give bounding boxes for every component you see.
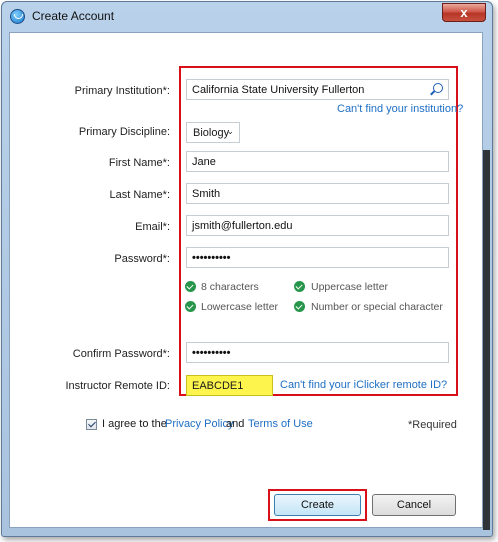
cancel-button[interactable]: Cancel (372, 494, 456, 516)
agree-and-text: and (226, 418, 245, 430)
email-input[interactable]: jsmith@fullerton.edu (186, 215, 449, 236)
password-input[interactable]: •••••••••• (186, 247, 449, 268)
first-name-label: First Name*: (108, 157, 170, 169)
agree-text: I agree to the (102, 418, 167, 430)
email-value: jsmith@fullerton.edu (192, 220, 293, 232)
confirm-password-input[interactable]: •••••••••• (186, 342, 449, 363)
dialog-body: Primary Institution*: California State U… (9, 32, 483, 528)
primary-discipline-value: Biology (193, 127, 230, 139)
first-name-input[interactable]: Jane (186, 151, 449, 172)
primary-discipline-label: Primary Discipline: (78, 126, 170, 138)
primary-institution-value: California State University Fullerton (192, 84, 365, 96)
confirm-password-label: Confirm Password*: (72, 348, 170, 360)
search-icon[interactable] (433, 83, 443, 93)
check-icon (185, 301, 196, 312)
check-icon (294, 301, 305, 312)
background-strip (483, 150, 490, 530)
terms-of-use-link[interactable]: Terms of Use (248, 418, 313, 430)
check-icon (185, 281, 196, 292)
window-title: Create Account (32, 9, 115, 23)
email-label: Email*: (135, 221, 170, 233)
cant-find-remote-id-link[interactable]: Can't find your iClicker remote ID? (280, 379, 447, 391)
last-name-label: Last Name*: (109, 189, 170, 201)
remote-id-value: EABCDE1 (192, 380, 244, 392)
cant-find-institution-link[interactable]: Can't find your institution? (337, 103, 463, 115)
remote-id-input[interactable]: EABCDE1 (186, 375, 273, 396)
iclicker-app-icon (10, 9, 25, 24)
first-name-value: Jane (192, 156, 216, 168)
check-icon (294, 281, 305, 292)
password-label: Password*: (114, 253, 170, 265)
create-button[interactable]: Create (274, 494, 361, 516)
last-name-value: Smith (192, 188, 221, 200)
confirm-password-value: •••••••••• (192, 347, 231, 359)
last-name-input[interactable]: Smith (186, 183, 449, 204)
title-bar: Create Account x (2, 2, 492, 32)
rule-lowercase: Lowercase letter (201, 301, 279, 313)
rule-8-characters: 8 characters (201, 281, 259, 293)
privacy-policy-link[interactable]: Privacy Policy (165, 418, 233, 430)
rule-number-special: Number or special character (311, 301, 443, 313)
required-note: *Required (408, 419, 457, 431)
agree-checkbox[interactable] (86, 419, 97, 430)
create-account-window: Create Account x Primary Institution*: C… (1, 1, 493, 537)
remote-id-label: Instructor Remote ID: (65, 380, 170, 392)
password-value: •••••••••• (192, 252, 231, 264)
rule-uppercase: Uppercase letter (311, 281, 389, 293)
close-button[interactable]: x (442, 3, 486, 22)
primary-discipline-select[interactable]: Biology ⌄ (186, 122, 240, 143)
primary-institution-input[interactable]: California State University Fullerton (186, 79, 449, 100)
primary-institution-label: Primary Institution*: (74, 85, 170, 97)
chevron-down-icon: ⌄ (226, 126, 234, 136)
